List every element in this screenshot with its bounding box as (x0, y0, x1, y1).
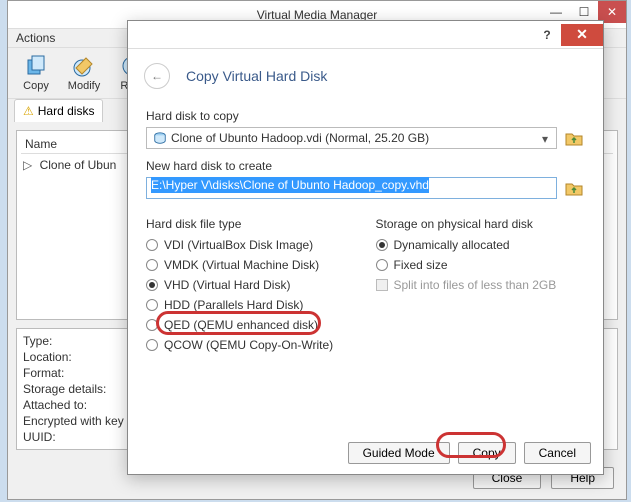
close-button[interactable]: ✕ (561, 24, 603, 46)
modify-icon (72, 54, 96, 78)
radio-dynamic-label: Dynamically allocated (394, 238, 510, 252)
toolbar-copy-label: Copy (23, 80, 49, 92)
label-storage: Storage on physical hard disk (376, 217, 586, 231)
wizard-button-row: Guided Mode Copy Cancel (348, 442, 591, 464)
toolbar-copy[interactable]: Copy (16, 52, 56, 94)
radio-icon (146, 339, 158, 351)
radio-qcow-label: QCOW (QEMU Copy-On-Write) (164, 338, 333, 352)
tab-hard-disks[interactable]: ⚠ Hard disks (14, 99, 103, 122)
menu-actions[interactable]: Actions (16, 31, 55, 45)
help-button[interactable]: ? (533, 24, 561, 46)
radio-icon (376, 239, 388, 251)
checkbox-icon (376, 279, 388, 291)
radio-icon (146, 239, 158, 251)
radio-icon (146, 279, 158, 291)
destination-path-input[interactable]: E:\Hyper V\disks\Clone of Ubunto Hadoop_… (146, 177, 557, 199)
back-button[interactable]: ← (144, 63, 170, 89)
copy-wizard-dialog: ? ✕ ← Copy Virtual Hard Disk Hard disk t… (127, 20, 604, 475)
radio-vdi-label: VDI (VirtualBox Disk Image) (164, 238, 313, 252)
file-type-group: Hard disk file type VDI (VirtualBox Disk… (146, 207, 356, 355)
label-disk-to-copy: Hard disk to copy (146, 109, 585, 123)
radio-hdd-label: HDD (Parallels Hard Disk) (164, 298, 303, 312)
source-disk-value: Clone of Ubunto Hadoop.vdi (Normal, 25.2… (171, 131, 429, 145)
radio-icon (146, 259, 158, 271)
radio-hdd[interactable]: HDD (Parallels Hard Disk) (146, 295, 356, 315)
radio-qed-label: QED (QEMU enhanced disk) (164, 318, 318, 332)
row-disk-to-copy: Clone of Ubunto Hadoop.vdi (Normal, 25.2… (146, 127, 585, 149)
check-split-label: Split into files of less than 2GB (394, 278, 557, 292)
label-file-type: Hard disk file type (146, 217, 356, 231)
tree-item-label: Clone of Ubun (40, 158, 117, 172)
wizard-title: Copy Virtual Hard Disk (186, 68, 327, 84)
radio-fixed-label: Fixed size (394, 258, 448, 272)
cancel-button[interactable]: Cancel (524, 442, 591, 464)
browse-destination-button[interactable] (563, 177, 585, 199)
warning-icon: ⚠ (23, 104, 34, 118)
guided-mode-button[interactable]: Guided Mode (348, 442, 450, 464)
radio-qcow[interactable]: QCOW (QEMU Copy-On-Write) (146, 335, 356, 355)
folder-up-icon (565, 130, 583, 146)
browse-source-button[interactable] (563, 127, 585, 149)
copy-button[interactable]: Copy (458, 442, 516, 464)
radio-dynamic[interactable]: Dynamically allocated (376, 235, 586, 255)
radio-vdi[interactable]: VDI (VirtualBox Disk Image) (146, 235, 356, 255)
disk-icon (153, 131, 167, 145)
tab-label: Hard disks (38, 104, 95, 118)
wizard-body: Hard disk to copy Clone of Ubunto Hadoop… (128, 109, 603, 355)
radio-vmdk-label: VMDK (Virtual Machine Disk) (164, 258, 319, 272)
radio-fixed[interactable]: Fixed size (376, 255, 586, 275)
radio-icon (376, 259, 388, 271)
toolbar-modify-label: Modify (68, 80, 100, 92)
check-split: Split into files of less than 2GB (376, 275, 586, 295)
back-arrow-icon: ← (151, 69, 163, 83)
expand-icon[interactable]: ▷ (23, 158, 32, 172)
wizard-header: ← Copy Virtual Hard Disk (128, 49, 603, 99)
chevron-down-icon: ▾ (538, 132, 552, 146)
folder-up-icon (565, 180, 583, 196)
radio-vmdk[interactable]: VMDK (Virtual Machine Disk) (146, 255, 356, 275)
dialog-titlebar: ? ✕ (128, 21, 603, 49)
radio-vhd[interactable]: VHD (Virtual Hard Disk) (146, 275, 356, 295)
options-row: Hard disk file type VDI (VirtualBox Disk… (146, 207, 585, 355)
radio-icon (146, 299, 158, 311)
radio-vhd-label: VHD (Virtual Hard Disk) (164, 278, 290, 292)
destination-path-value: E:\Hyper V\disks\Clone of Ubunto Hadoop_… (151, 177, 429, 193)
radio-icon (146, 319, 158, 331)
label-new-disk: New hard disk to create (146, 159, 585, 173)
copy-icon (24, 54, 48, 78)
row-new-disk: E:\Hyper V\disks\Clone of Ubunto Hadoop_… (146, 177, 585, 199)
source-disk-dropdown[interactable]: Clone of Ubunto Hadoop.vdi (Normal, 25.2… (146, 127, 557, 149)
radio-qed[interactable]: QED (QEMU enhanced disk) (146, 315, 356, 335)
toolbar-modify[interactable]: Modify (64, 52, 104, 94)
storage-group: Storage on physical hard disk Dynamicall… (376, 207, 586, 355)
